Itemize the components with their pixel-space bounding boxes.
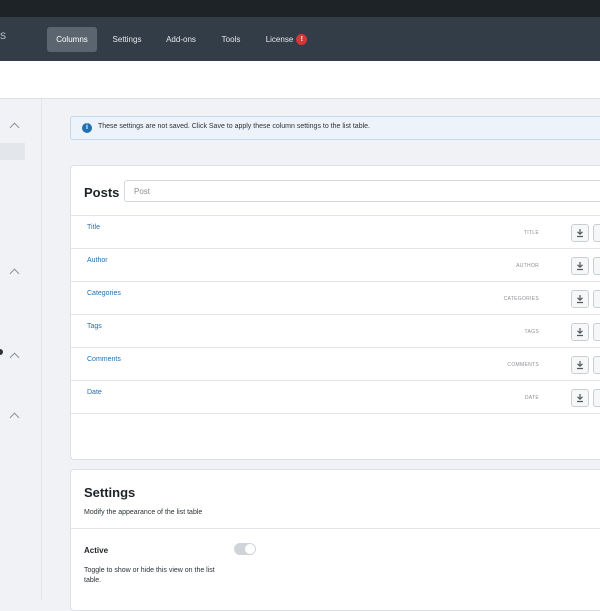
column-action-button[interactable] <box>593 356 600 374</box>
chevron-up-icon[interactable] <box>9 268 20 279</box>
top-strip <box>0 0 600 17</box>
column-label[interactable]: Title <box>87 224 100 231</box>
nav-edge-label: S <box>0 31 7 41</box>
posts-title: Posts <box>84 185 120 200</box>
toggle-knob <box>245 544 255 554</box>
download-icon <box>577 295 583 304</box>
settings-description: Modify the appearance of the list table <box>84 509 203 516</box>
column-label[interactable]: Author <box>87 257 108 264</box>
column-label[interactable]: Comments <box>87 356 121 363</box>
tab-tools-label: Tools <box>221 35 241 44</box>
tab-add-ons[interactable]: Add-ons <box>158 27 204 52</box>
column-row[interactable]: Comments COMMENTS <box>71 347 600 381</box>
download-icon <box>577 229 583 238</box>
list-screen-search-input[interactable] <box>124 180 600 202</box>
column-row[interactable]: Categories CATEGORIES <box>71 281 600 315</box>
posts-card: Posts Title TITLE Author AUTHOR Categori… <box>70 165 600 460</box>
top-navbar: S Columns Settings Add-ons Tools License… <box>0 17 600 61</box>
license-alert-badge: ! <box>296 34 308 46</box>
active-label: Active <box>84 546 109 555</box>
tab-settings[interactable]: Settings <box>106 27 148 52</box>
tab-tools[interactable]: Tools <box>215 27 247 52</box>
column-row[interactable]: Title TITLE <box>71 215 600 249</box>
column-type: AUTHOR <box>516 263 539 269</box>
settings-divider <box>71 528 600 529</box>
column-label[interactable]: Date <box>87 389 102 396</box>
download-button[interactable] <box>571 323 589 341</box>
settings-title: Settings <box>84 485 136 500</box>
active-toggle[interactable] <box>234 543 256 555</box>
info-icon: i <box>82 123 92 133</box>
column-action-button[interactable] <box>593 290 600 308</box>
column-action-button[interactable] <box>593 257 600 275</box>
rows-divider <box>71 413 600 414</box>
download-button[interactable] <box>571 389 589 407</box>
column-type: TITLE <box>523 230 539 236</box>
chevron-up-icon[interactable] <box>9 122 20 133</box>
column-type: DATE <box>524 395 539 401</box>
download-icon <box>577 328 583 337</box>
tab-columns[interactable]: Columns <box>47 27 97 52</box>
tab-add-ons-label: Add-ons <box>166 35 196 44</box>
column-action-button[interactable] <box>593 389 600 407</box>
tab-settings-label: Settings <box>112 35 142 44</box>
column-action-button[interactable] <box>593 224 600 242</box>
download-button[interactable] <box>571 290 589 308</box>
chevron-up-icon[interactable] <box>9 352 20 363</box>
tab-license-label: License <box>265 35 294 44</box>
column-type: TAGS <box>524 329 539 335</box>
sidebar-selected-item[interactable] <box>0 143 25 160</box>
download-icon <box>577 361 583 370</box>
unsaved-notice: i These settings are not saved. Click Sa… <box>70 116 600 140</box>
column-type: CATEGORIES <box>503 296 539 302</box>
tab-columns-label: Columns <box>56 35 88 44</box>
download-button[interactable] <box>571 356 589 374</box>
column-label[interactable]: Tags <box>87 323 102 330</box>
subheader-bar <box>0 61 600 99</box>
column-label[interactable]: Categories <box>87 290 121 297</box>
sidebar <box>0 99 42 600</box>
column-row[interactable]: Author AUTHOR <box>71 248 600 282</box>
notice-text: These settings are not saved. Click Save… <box>98 123 370 130</box>
column-row[interactable]: Date DATE <box>71 380 600 414</box>
column-action-button[interactable] <box>593 323 600 341</box>
active-description: Toggle to show or hide this view on the … <box>84 567 215 584</box>
download-button[interactable] <box>571 224 589 242</box>
download-button[interactable] <box>571 257 589 275</box>
settings-card: Settings Modify the appearance of the li… <box>70 469 600 611</box>
tab-license[interactable]: License! <box>259 27 314 52</box>
column-row[interactable]: Tags TAGS <box>71 314 600 348</box>
column-type: COMMENTS <box>507 362 539 368</box>
chevron-up-icon[interactable] <box>9 412 20 423</box>
download-icon <box>577 394 583 403</box>
download-icon <box>577 262 583 271</box>
